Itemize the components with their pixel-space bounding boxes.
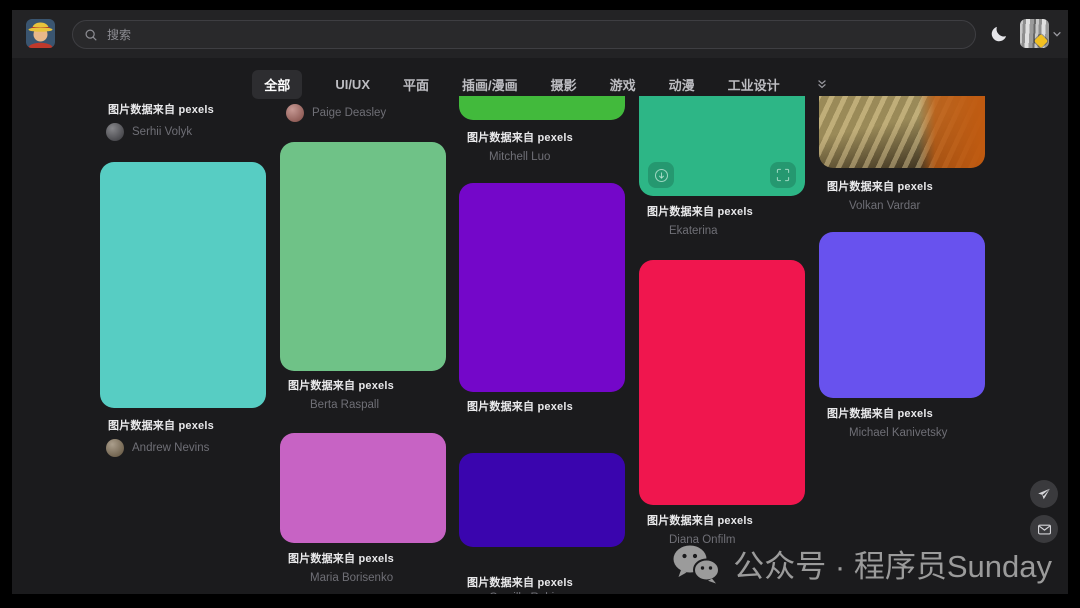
author-row[interactable]: Maria Borisenko [310, 572, 393, 584]
card-caption: 图片数据来自 pexels [827, 178, 933, 194]
image-card[interactable] [639, 260, 805, 505]
tab-industrial[interactable]: 工业设计 [728, 75, 780, 94]
wechat-icon [672, 544, 720, 584]
mail-icon [1037, 522, 1052, 537]
author-avatar [106, 123, 124, 141]
tab-graphic[interactable]: 平面 [403, 75, 429, 94]
tab-list: 全部 UI/UX 平面 插画/漫画 摄影 游戏 动漫 工业设计 [252, 70, 779, 99]
image-card[interactable] [459, 453, 625, 547]
user-avatar[interactable] [26, 19, 55, 48]
expand-button[interactable] [770, 162, 796, 188]
card-caption: 图片数据来自 pexels [467, 129, 573, 145]
image-card[interactable] [280, 433, 446, 543]
card-caption: 图片数据来自 pexels [647, 512, 753, 528]
author-row[interactable]: Andrew Nevins [106, 439, 209, 457]
author-name: Michael Kanivetsky [849, 427, 947, 439]
search-input[interactable] [105, 27, 964, 43]
author-row[interactable]: Michael Kanivetsky [849, 427, 947, 439]
card-caption: 图片数据来自 pexels [647, 203, 753, 219]
contact-button[interactable] [1030, 515, 1058, 543]
watermark: 公众号 · 程序员Sunday [672, 541, 1052, 586]
double-chevron-down-icon [816, 78, 828, 90]
author-name: Camilla Rubi [489, 592, 554, 594]
image-card[interactable] [280, 142, 446, 371]
photo-card[interactable] [819, 96, 985, 168]
image-card[interactable] [100, 162, 266, 408]
share-button[interactable] [1030, 480, 1058, 508]
paper-plane-icon [1037, 487, 1051, 501]
author-row[interactable]: Ekaterina [669, 225, 718, 237]
author-name: Volkan Vardar [849, 200, 920, 212]
author-row[interactable]: Mitchell Luo [489, 151, 550, 163]
tab-illustration[interactable]: 插画/漫画 [462, 75, 518, 94]
column-3: 图片数据来自 pexels Mitchell Luo 图片数据来自 pexels 图片… [459, 96, 625, 594]
theme-toggle-button[interactable] [988, 23, 1010, 45]
author-avatar [106, 439, 124, 457]
card-caption: 图片数据来自 pexels [827, 405, 933, 421]
author-name: Serhii Volyk [132, 126, 192, 138]
author-name: Maria Borisenko [310, 572, 393, 584]
author-row[interactable]: Berta Raspall [310, 399, 379, 411]
image-card[interactable] [459, 183, 625, 392]
author-row[interactable]: Volkan Vardar [849, 200, 920, 212]
image-card[interactable] [459, 96, 625, 120]
profile-avatar [1020, 19, 1049, 48]
card-caption: 图片数据来自 pexels [467, 574, 573, 590]
download-button[interactable] [648, 162, 674, 188]
card-caption: 图片数据来自 pexels [108, 101, 214, 117]
app-window: 全部 UI/UX 平面 插画/漫画 摄影 游戏 动漫 工业设计 图片数据来自 pexels Se… [12, 10, 1068, 594]
image-card[interactable] [639, 96, 805, 196]
author-name: Paige Deasley [312, 107, 386, 119]
tab-anime[interactable]: 动漫 [669, 75, 695, 94]
watermark-text: 公众号 · 程序员Sunday [733, 541, 1052, 586]
tab-all[interactable]: 全部 [252, 70, 302, 99]
author-name: Ekaterina [669, 225, 718, 237]
author-row[interactable]: Serhii Volyk [106, 123, 192, 141]
vip-badge [1034, 34, 1048, 48]
chevron-down-icon [1052, 29, 1062, 39]
column-1: 图片数据来自 pexels Serhii Volyk 图片数据来自 pexels An… [100, 96, 266, 594]
luffy-avatar-image [26, 19, 55, 48]
author-name: Andrew Nevins [132, 442, 209, 454]
profile-menu[interactable] [1020, 19, 1062, 48]
gallery: 图片数据来自 pexels Serhii Volyk 图片数据来自 pexels An… [12, 96, 1068, 594]
card-caption: 图片数据来自 pexels [467, 398, 573, 414]
tab-uiux[interactable]: UI/UX [335, 77, 370, 92]
column-5: 图片数据来自 pexels Volkan Vardar 图片数据来自 pexels M… [819, 96, 985, 594]
image-card[interactable] [819, 232, 985, 398]
tab-games[interactable]: 游戏 [610, 75, 636, 94]
column-2: Paige Deasley 图片数据来自 pexels Berta Raspall 图… [280, 96, 446, 594]
author-avatar [286, 104, 304, 122]
search-bar [72, 20, 976, 49]
author-name: Berta Raspall [310, 399, 379, 411]
author-row[interactable]: Paige Deasley [286, 104, 386, 122]
column-4: 图片数据来自 pexelsEkaterina图片数据来自 pexelsDiana… [639, 96, 805, 594]
author-row[interactable]: Camilla Rubi [489, 592, 554, 594]
moon-icon [989, 24, 1009, 44]
card-caption: 图片数据来自 pexels [288, 550, 394, 566]
tab-photography[interactable]: 摄影 [551, 75, 577, 94]
top-bar [12, 10, 1068, 58]
search-icon [84, 28, 98, 42]
author-name: Mitchell Luo [489, 151, 550, 163]
card-caption: 图片数据来自 pexels [288, 377, 394, 393]
card-caption: 图片数据来自 pexels [108, 417, 214, 433]
more-categories-button[interactable] [816, 78, 828, 90]
